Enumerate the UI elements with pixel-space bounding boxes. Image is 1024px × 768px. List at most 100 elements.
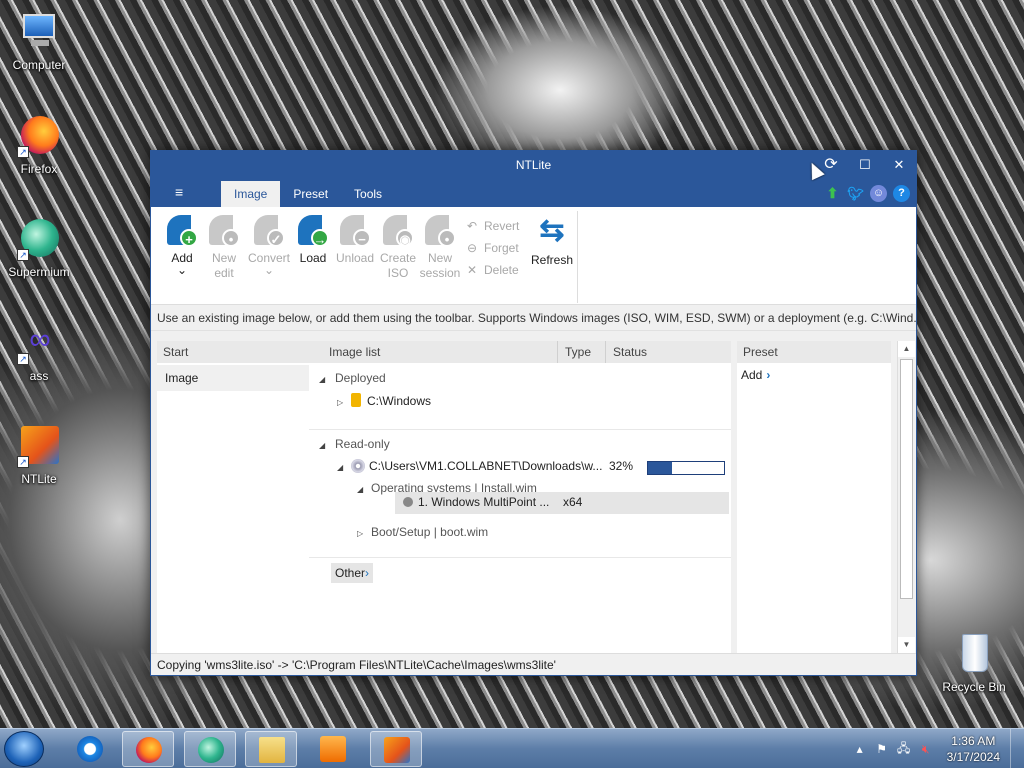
start-button[interactable] xyxy=(4,731,44,767)
column-status[interactable]: Status xyxy=(605,341,647,363)
other-button[interactable]: Other› xyxy=(331,563,374,583)
system-tray: ▴ ⚑ 🖧︎ 🔇︎ 1:36 AM 3/17/2024 xyxy=(849,729,1024,768)
unload-label: Unload xyxy=(335,251,375,265)
delete-icon: ✕ xyxy=(466,263,478,277)
desktop-icon-label: Computer xyxy=(12,58,66,72)
chevron-down-icon: ⌄ xyxy=(176,263,188,277)
load-button[interactable]: → Load xyxy=(292,213,334,266)
load-label: Load xyxy=(299,251,327,265)
column-type[interactable]: Type xyxy=(557,341,591,363)
show-desktop-button[interactable] xyxy=(1010,729,1024,768)
shortcut-arrow-icon: ↗ xyxy=(17,146,29,158)
desktop-icon-ass[interactable]: ∞ ↗ ass xyxy=(3,321,75,383)
taskbar-ie[interactable] xyxy=(64,731,116,767)
window-controls: ⟳ ☐ ✕ xyxy=(814,151,916,179)
tray-expand-icon[interactable]: ▴ xyxy=(851,742,869,756)
boot-node-row[interactable]: ▷ Boot/Setup | boot.wim xyxy=(357,525,488,539)
explorer-icon xyxy=(259,737,285,763)
supermium-icon xyxy=(198,737,224,763)
hint-text: Use an existing image below, or add them… xyxy=(151,305,916,331)
start-item-image[interactable]: Image xyxy=(157,365,309,391)
new-session-button[interactable]: • New session xyxy=(418,213,462,281)
desktop-icon-computer[interactable]: Computer xyxy=(3,10,75,72)
iso-path: C:\Users\VM1.COLLABNET\Downloads\w... xyxy=(369,459,603,473)
tab-image[interactable]: Image xyxy=(221,181,281,207)
ribbon-tabs: Image Preset Tools xyxy=(221,181,395,207)
taskbar-media-player[interactable] xyxy=(307,731,359,767)
forget-icon: ⊖ xyxy=(466,241,478,255)
image-list-header: Image list Type Status xyxy=(309,341,731,363)
revert-button[interactable]: ↶ Revert xyxy=(464,215,519,237)
group-read-only-label: Read-only xyxy=(335,437,390,451)
deployed-windows-row[interactable]: ▷ C:\Windows xyxy=(337,393,431,408)
status-bar: Copying 'wms3lite.iso' -> 'C:\Program Fi… xyxy=(151,653,916,675)
forget-button[interactable]: ⊖ Forget xyxy=(464,237,519,259)
progress-bar-fill xyxy=(648,462,673,474)
help-icon[interactable]: ? xyxy=(893,185,910,202)
desktop-icon-firefox[interactable]: ↗ Firefox xyxy=(3,114,75,176)
delete-button[interactable]: ✕ Delete xyxy=(464,259,519,281)
group-separator xyxy=(309,557,731,558)
preset-add-button[interactable]: Add › xyxy=(737,363,891,387)
action-center-flag-icon[interactable]: ⚑ xyxy=(873,742,891,756)
refresh-button[interactable]: ⇆ Refresh xyxy=(529,215,575,268)
new-edit-button[interactable]: • New edit xyxy=(203,213,245,281)
window-title: NTLite xyxy=(515,158,552,172)
desktop-icon-label: ass xyxy=(29,369,49,383)
tab-tools[interactable]: Tools xyxy=(341,181,395,207)
group-read-only[interactable]: ◢ Read-only xyxy=(319,437,390,451)
taskbar-supermium[interactable] xyxy=(184,731,236,767)
tab-preset[interactable]: Preset xyxy=(280,181,341,207)
scroll-thumb[interactable] xyxy=(900,359,913,599)
taskbar-firefox[interactable] xyxy=(122,731,174,767)
shortcut-arrow-icon: ↗ xyxy=(17,353,29,365)
convert-button[interactable]: ✓ Convert ⌄ xyxy=(245,213,293,277)
progress-bar xyxy=(647,461,725,475)
twitter-icon[interactable]: 🐦︎ xyxy=(847,185,864,202)
create-iso-icon: ◉ xyxy=(382,215,414,247)
close-button[interactable]: ✕ xyxy=(882,151,916,179)
desktop-icon-label: Recycle Bin xyxy=(942,680,1006,694)
collapse-triangle-icon: ◢ xyxy=(337,463,344,472)
network-icon[interactable]: 🖧︎ xyxy=(895,739,913,760)
chevron-right-icon: › xyxy=(766,368,771,382)
desktop-icon-supermium[interactable]: ↗ Supermium xyxy=(3,217,75,279)
create-iso-button[interactable]: ◉ Create ISO xyxy=(377,213,419,281)
expand-triangle-icon: ▷ xyxy=(357,529,364,538)
forget-label: Forget xyxy=(484,241,519,255)
add-button[interactable]: + Add ⌄ xyxy=(161,213,203,277)
folder-icon xyxy=(351,393,361,407)
desktop-icon-recycle-bin[interactable]: Recycle Bin xyxy=(938,632,1010,694)
scroll-up-icon[interactable]: ▲ xyxy=(898,341,915,357)
column-image-list[interactable]: Image list xyxy=(329,341,380,363)
discord-icon[interactable]: ☺︎ xyxy=(870,185,887,202)
iso-row[interactable]: ◢ C:\Users\VM1.COLLABNET\Downloads\w... xyxy=(337,459,602,473)
desktop-icon-ntlite[interactable]: ↗ NTLite xyxy=(3,424,75,486)
maximize-button[interactable]: ☐ xyxy=(848,151,882,179)
group-deployed[interactable]: ◢ Deployed xyxy=(319,371,386,385)
convert-icon: ✓ xyxy=(253,215,285,247)
revert-icon: ↶ xyxy=(466,219,478,233)
ntlite-icon xyxy=(384,737,410,763)
edition-name: 1. Windows MultiPoint ... xyxy=(418,495,550,509)
media-player-icon xyxy=(320,736,346,762)
taskbar-ntlite[interactable] xyxy=(370,731,422,767)
preset-add-label: Add xyxy=(741,368,763,382)
hamburger-menu-icon[interactable]: ≡ xyxy=(175,184,183,200)
taskbar-explorer[interactable] xyxy=(245,731,297,767)
title-bar[interactable]: NTLite ⟳ ☐ ✕ xyxy=(151,151,916,181)
volume-muted-icon[interactable]: 🔇︎ xyxy=(917,742,935,757)
clock-date: 3/17/2024 xyxy=(946,750,1000,764)
add-image-icon: + xyxy=(166,215,198,247)
clock[interactable]: 1:36 AM 3/17/2024 xyxy=(937,733,1010,765)
edition-row[interactable]: 1. Windows MultiPoint ... xyxy=(403,495,549,509)
vertical-scrollbar[interactable]: ▲ ▼ xyxy=(897,341,915,653)
chevron-down-icon: ⌄ xyxy=(263,263,275,277)
chevron-right-icon: › xyxy=(365,566,370,580)
unload-button[interactable]: − Unload xyxy=(334,213,376,266)
new-edit-label-2: edit xyxy=(214,266,234,280)
scroll-down-icon[interactable]: ▼ xyxy=(898,637,915,653)
progress-percent: 32% xyxy=(609,459,634,473)
collapse-triangle-icon: ◢ xyxy=(357,485,364,494)
update-arrow-icon[interactable]: ⬆ xyxy=(824,185,841,202)
